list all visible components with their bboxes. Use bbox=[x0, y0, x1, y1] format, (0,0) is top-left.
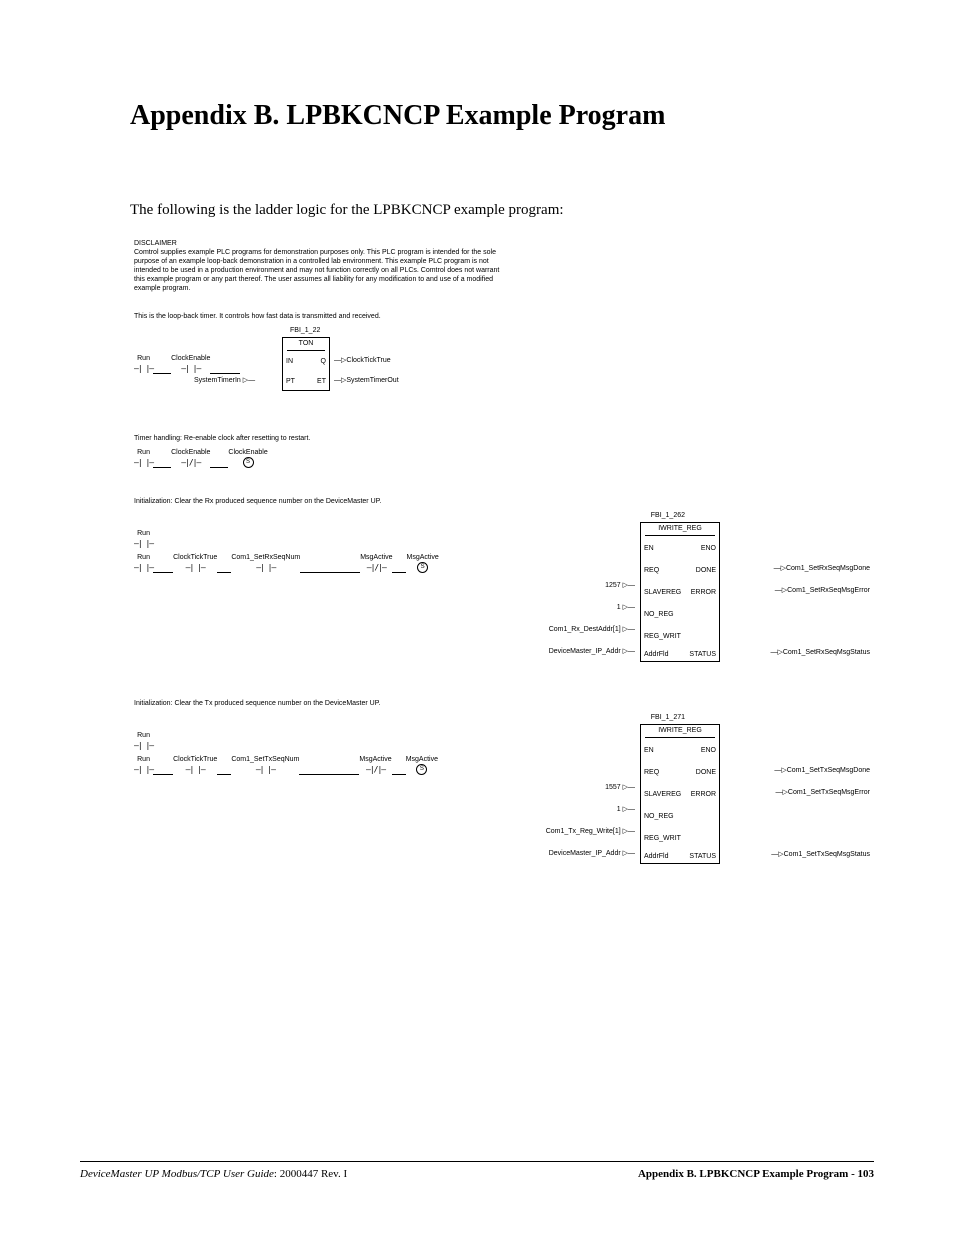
rx-pin-noreg: NO_REG bbox=[644, 611, 674, 619]
tx-lit-1557: 1557 ▷— bbox=[605, 784, 635, 792]
tx-var-ip: DeviceMaster_IP_Addr ▷— bbox=[549, 850, 635, 858]
tx-fbtype: IWRITE_REG bbox=[645, 727, 715, 738]
tx-pin-slavereg: SLAVEREG bbox=[644, 791, 681, 799]
rx-lit-1: 1 ▷— bbox=[617, 604, 635, 612]
coil-clockenable: ClockEnable S bbox=[228, 449, 267, 468]
tx-pin-status: STATUS bbox=[689, 853, 716, 861]
pin-pt: PT bbox=[286, 378, 295, 386]
tx-pin-eno: ENO bbox=[701, 747, 716, 755]
contact-run2: Run—| |— bbox=[134, 449, 153, 468]
tx-pin-req: REQ bbox=[644, 769, 659, 777]
footer-left-title: DeviceMaster UP Modbus/TCP User Guide bbox=[80, 1168, 274, 1180]
tx-out-done: —▷Com1_SetTxSeqMsgDone bbox=[774, 767, 870, 775]
rx-pin-slavereg: SLAVEREG bbox=[644, 589, 681, 597]
footer-left-rev: : 2000447 Rev. I bbox=[274, 1168, 347, 1180]
tx-iwrite-block: IWRITE_REG EN ENO REQ DONE SLAVEREG ERRO… bbox=[640, 724, 720, 864]
tx-setnum: Com1_SetTxSeqNum—| |— bbox=[231, 756, 299, 775]
tx-top-run: Run—| |— bbox=[134, 732, 153, 751]
tx-init-rung: Initialization: Clear the Tx produced se… bbox=[134, 700, 870, 884]
rx-msgactive-coil: MsgActive S bbox=[406, 554, 438, 573]
rx-var-ip: DeviceMaster_IP_Addr ▷— bbox=[549, 648, 635, 656]
tx-pin-error: ERROR bbox=[691, 791, 716, 799]
reset-rung-desc: Timer handling: Re-enable clock after re… bbox=[134, 435, 870, 443]
disclaimer-body: Comtrol supplies example PLC programs fo… bbox=[134, 248, 504, 293]
tx-var-reg: Com1_Tx_Reg_Write[1] ▷— bbox=[546, 828, 635, 836]
timer-rung-desc: This is the loop-back timer. It controls… bbox=[134, 313, 870, 321]
reset-rung: Timer handling: Re-enable clock after re… bbox=[134, 435, 870, 468]
rx-pin-req: REQ bbox=[644, 567, 659, 575]
ladder-diagram: DISCLAIMER Comtrol supplies example PLC … bbox=[130, 233, 874, 908]
et-out: —▷SystemTimerOut bbox=[334, 377, 399, 385]
pt-input-var: SystemTimerIn ▷— bbox=[194, 377, 255, 385]
rx-pin-regwrit: REG_WRIT bbox=[644, 633, 681, 641]
rx-iwrite-block: IWRITE_REG EN ENO REQ DONE SLAVEREG ERRO… bbox=[640, 522, 720, 662]
rx-lit-1257: 1257 ▷— bbox=[605, 582, 635, 590]
q-out: —▷ClockTickTrue bbox=[334, 357, 391, 365]
fbi-label: FBI_1_22 bbox=[290, 327, 320, 335]
tx-pin-addrfld: AddrFld bbox=[644, 853, 669, 861]
tx-fbi: FBI_1_271 bbox=[651, 714, 685, 722]
rx-out-done: —▷Com1_SetRxSeqMsgDone bbox=[774, 565, 870, 573]
rx-out-error: —▷Com1_SetRxSeqMsgError bbox=[775, 587, 870, 595]
tx-out-error: —▷Com1_SetTxSeqMsgError bbox=[776, 789, 870, 797]
tx-run: Run—| |— bbox=[134, 756, 153, 775]
contact-clockenable-neg: ClockEnable—|/|— bbox=[171, 449, 210, 468]
rx-clocktick: ClockTickTrue—| |— bbox=[173, 554, 217, 573]
footer-right: Appendix B. LPBKCNCP Example Program - 1… bbox=[638, 1168, 874, 1180]
tx-lit-1: 1 ▷— bbox=[617, 806, 635, 814]
pin-et: ET bbox=[317, 378, 326, 386]
tx-msgactive-coil: MsgActive S bbox=[406, 756, 438, 775]
rx-msgactive-neg: MsgActive—|/|— bbox=[360, 554, 392, 573]
rx-pin-addrfld: AddrFld bbox=[644, 651, 669, 659]
rx-run: Run—| |— bbox=[134, 554, 153, 573]
tx-out-status: —▷Com1_SetTxSeqMsgStatus bbox=[771, 851, 870, 859]
tx-clocktick: ClockTickTrue—| |— bbox=[173, 756, 217, 775]
rx-setnum: Com1_SetRxSeqNum—| |— bbox=[231, 554, 300, 573]
rx-out-status: —▷Com1_SetRxSeqMsgStatus bbox=[770, 649, 870, 657]
rx-pin-error: ERROR bbox=[691, 589, 716, 597]
contact-clockenable: ClockEnable—| |— bbox=[171, 355, 210, 374]
intro-text: The following is the ladder logic for th… bbox=[130, 202, 874, 219]
rx-pin-done: DONE bbox=[696, 567, 716, 575]
disclaimer-block: DISCLAIMER Comtrol supplies example PLC … bbox=[134, 239, 504, 293]
pin-in: IN bbox=[286, 358, 293, 366]
tx-init-desc: Initialization: Clear the Tx produced se… bbox=[134, 700, 870, 708]
rx-top-run: Run—| |— bbox=[134, 530, 153, 549]
tx-pin-regwrit: REG_WRIT bbox=[644, 835, 681, 843]
rx-init-desc: Initialization: Clear the Rx produced se… bbox=[134, 498, 870, 506]
tx-msgactive-neg: MsgActive—|/|— bbox=[359, 756, 391, 775]
rx-pin-en: EN bbox=[644, 545, 654, 553]
rx-pin-status: STATUS bbox=[689, 651, 716, 659]
rx-init-rung: Initialization: Clear the Rx produced se… bbox=[134, 498, 870, 682]
ton-block: TON IN Q PT ET bbox=[282, 337, 330, 391]
tx-pin-en: EN bbox=[644, 747, 654, 755]
rx-fbi: FBI_1_262 bbox=[651, 512, 685, 520]
rx-fbtype: IWRITE_REG bbox=[645, 525, 715, 536]
timer-rung: This is the loop-back timer. It controls… bbox=[134, 313, 870, 417]
pin-q: Q bbox=[321, 358, 326, 366]
rx-pin-eno: ENO bbox=[701, 545, 716, 553]
ton-title: TON bbox=[287, 340, 325, 351]
rx-var-addr: Com1_Rx_DestAddr[1] ▷— bbox=[549, 626, 635, 634]
page-title: Appendix B. LPBKCNCP Example Program bbox=[130, 100, 874, 132]
contact-run: Run—| |— bbox=[134, 355, 153, 374]
tx-pin-noreg: NO_REG bbox=[644, 813, 674, 821]
disclaimer-heading: DISCLAIMER bbox=[134, 239, 504, 248]
page-footer: DeviceMaster UP Modbus/TCP User Guide: 2… bbox=[80, 1161, 874, 1180]
tx-pin-done: DONE bbox=[696, 769, 716, 777]
